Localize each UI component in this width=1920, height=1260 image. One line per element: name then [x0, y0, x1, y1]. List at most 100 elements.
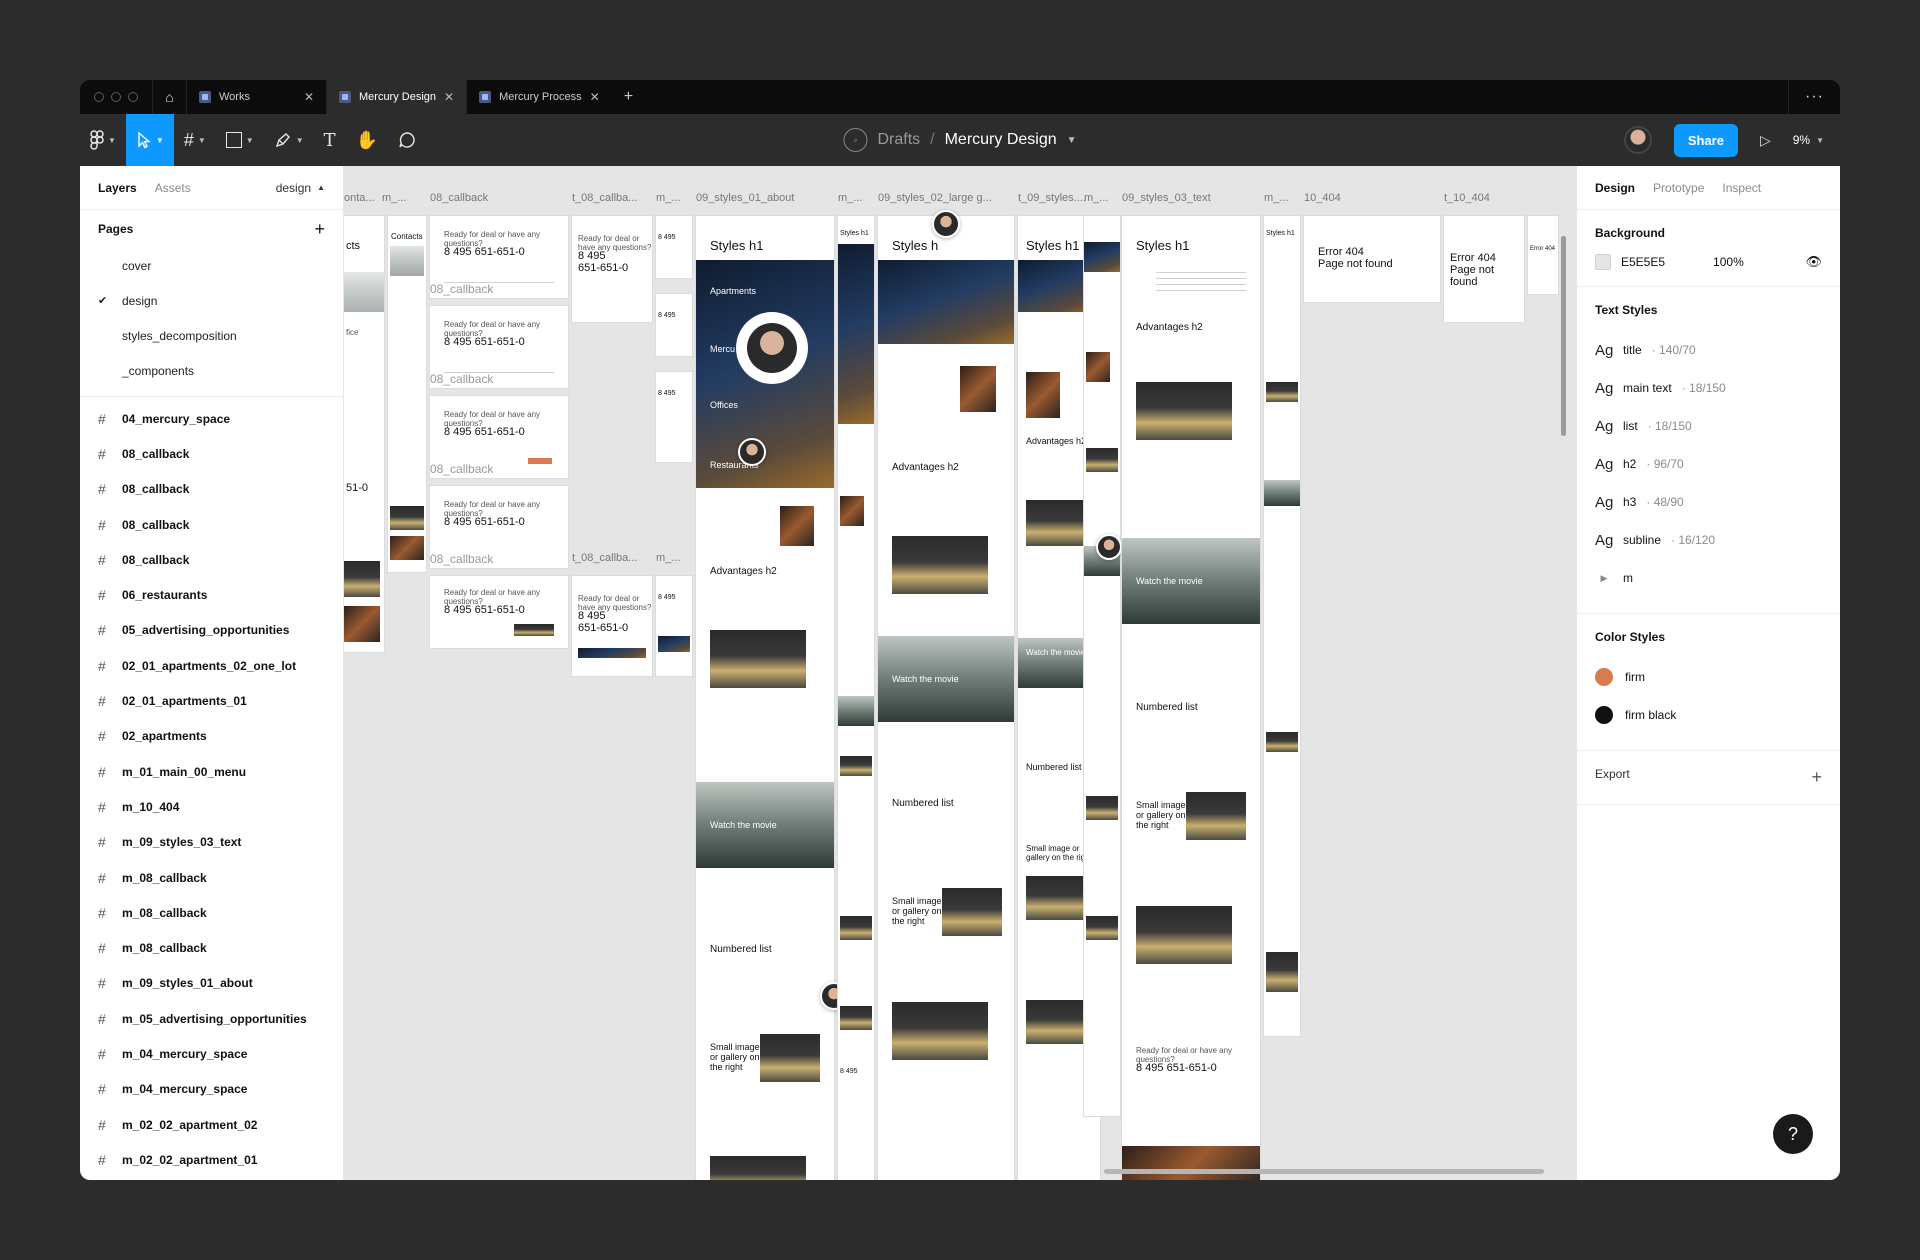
chevron-right-icon[interactable]: ▶	[1595, 573, 1613, 584]
frame-label[interactable]: t_09_styles....	[1018, 192, 1086, 204]
design-canvas[interactable]: onta... m_... 08_callback t_08_callba...…	[344, 166, 1576, 1180]
background-hex[interactable]: E5E5E5	[1621, 255, 1665, 269]
frame-m-callback[interactable]: 8 495	[656, 294, 692, 356]
layer-item[interactable]: #02_01_apartments_02_one_lot	[80, 648, 343, 683]
tab-works[interactable]: Works ✕	[186, 80, 326, 114]
user-avatar[interactable]	[1623, 126, 1652, 154]
page-item[interactable]: ✔ design	[80, 283, 343, 318]
frame-m-404[interactable]: Error 404	[1528, 216, 1558, 294]
page-selector[interactable]: design ▲	[276, 181, 325, 195]
layer-item[interactable]: #08_callback	[80, 436, 343, 471]
text-tool-button[interactable]: T	[314, 114, 346, 166]
frame-label[interactable]: t_08_callba...	[572, 552, 637, 564]
frame-callback[interactable]: Ready for deal or have any questions? 8 …	[430, 576, 568, 648]
layer-item[interactable]: #02_apartments	[80, 719, 343, 754]
close-icon[interactable]: ✕	[590, 90, 600, 104]
tab-layers[interactable]: Layers	[98, 181, 137, 195]
layer-item[interactable]: #05_advertising_opportunities	[80, 613, 343, 648]
layer-item[interactable]: #08_callback	[80, 542, 343, 577]
layer-item[interactable]: # m_05_advertising_opportunities	[80, 1001, 343, 1036]
tab-mercury-process[interactable]: Mercury Process ✕	[466, 80, 612, 114]
frame-label[interactable]: 08_callback	[430, 462, 493, 476]
frame-m-callback[interactable]: 8 495	[656, 216, 692, 278]
frame-m-styles-02[interactable]	[1084, 216, 1120, 1116]
layer-item[interactable]: # m_02_02_apartment_01	[80, 1142, 343, 1177]
background-opacity[interactable]: 100%	[1713, 255, 1744, 269]
file-breadcrumb[interactable]: ◦ Drafts / Mercury Design ▼	[843, 128, 1077, 152]
layer-item[interactable]: #06_restaurants	[80, 577, 343, 612]
frame-404[interactable]: Error 404 Page not found	[1304, 216, 1440, 302]
frame-label[interactable]: onta...	[344, 192, 375, 204]
color-style-item[interactable]: firm	[1595, 658, 1822, 696]
main-menu-button[interactable]: ▼	[80, 114, 126, 166]
frame-label[interactable]: t_10_404	[1444, 192, 1490, 204]
text-style-group[interactable]: ▶ m	[1595, 559, 1822, 597]
tab-design[interactable]: Design	[1595, 181, 1635, 195]
frame-styles-03-text[interactable]: Styles h1 Advantages h2 Watch the movie …	[1122, 216, 1260, 1180]
frame-contacts-clipped[interactable]: cts fice 51-0	[344, 216, 384, 652]
frame-m-contacts[interactable]: Contacts	[388, 216, 426, 572]
frame-tablet-callback[interactable]: Ready for deal or have any questions? 8 …	[572, 576, 652, 676]
layer-item[interactable]: # m_04_mercury_space	[80, 1036, 343, 1071]
layer-item[interactable]: # m_08_callback	[80, 930, 343, 965]
tab-inspect[interactable]: Inspect	[1722, 181, 1761, 195]
text-style-item[interactable]: Ag h3 · 48/90	[1595, 483, 1822, 521]
text-style-item[interactable]: Ag h2 · 96/70	[1595, 445, 1822, 483]
frame-tool-button[interactable]: # ▼	[174, 114, 216, 166]
share-button[interactable]: Share	[1673, 123, 1738, 157]
frame-styles-01-about[interactable]: Styles h1 Apartments Mercu Offices Resta…	[696, 216, 834, 1180]
frame-label[interactable]: m_...	[656, 192, 680, 204]
frame-label[interactable]: m_...	[838, 192, 862, 204]
frame-label[interactable]: 08_callback	[430, 552, 493, 566]
tab-mercury-design[interactable]: Mercury Design ✕	[326, 80, 467, 114]
color-style-item[interactable]: firm black	[1595, 696, 1822, 734]
background-fill-row[interactable]: E5E5E5 100% 👁	[1595, 254, 1822, 270]
frame-m-callback[interactable]: 8 495	[656, 372, 692, 462]
frame-label[interactable]: m_...	[1264, 192, 1288, 204]
layer-item[interactable]: # m_02_02_apartment_02	[80, 1107, 343, 1142]
tab-prototype[interactable]: Prototype	[1653, 181, 1704, 195]
frame-styles-02-large[interactable]: Styles h Advantages h2 Watch the movie N…	[878, 216, 1014, 1180]
layer-item[interactable]: # m_08_callback	[80, 895, 343, 930]
add-page-plus-icon[interactable]: +	[314, 219, 325, 240]
zoom-dropdown[interactable]: 9% ▼	[1793, 133, 1824, 147]
layer-item[interactable]: #02_01_apartments_01	[80, 683, 343, 718]
shape-tool-button[interactable]: ▼	[216, 114, 264, 166]
layer-item[interactable]: # m_01_main_00_menu	[80, 754, 343, 789]
comment-tool-button[interactable]	[388, 114, 426, 166]
layer-item[interactable]: # m_09_styles_01_about	[80, 966, 343, 1001]
layer-item[interactable]: # m_09_styles_03_text	[80, 825, 343, 860]
page-item[interactable]: _components	[80, 353, 343, 388]
frame-label[interactable]: 10_404	[1304, 192, 1341, 204]
hand-tool-button[interactable]: ✋	[346, 114, 388, 166]
frame-tablet-callback[interactable]: Ready for deal or have any questions? 8 …	[572, 216, 652, 322]
text-style-item[interactable]: Ag main text · 18/150	[1595, 369, 1822, 407]
close-icon[interactable]: ✕	[444, 90, 454, 104]
present-play-icon[interactable]: ▷	[1760, 132, 1771, 149]
page-item[interactable]: cover	[80, 248, 343, 283]
new-tab-plus-icon[interactable]: +	[612, 80, 645, 114]
frame-label[interactable]: t_08_callba...	[572, 192, 637, 204]
frame-label[interactable]: m_...	[656, 552, 680, 564]
frame-label[interactable]: 08_callback	[430, 282, 493, 296]
page-item[interactable]: styles_decomposition	[80, 318, 343, 353]
frame-m-styles-01[interactable]: Styles h1 8 495	[838, 216, 874, 1180]
frame-label[interactable]: m_...	[1084, 192, 1108, 204]
frame-tablet-404[interactable]: Error 404 Page not found	[1444, 216, 1524, 322]
pen-tool-button[interactable]: ▼	[264, 114, 314, 166]
frame-m-styles-03[interactable]: Styles h1	[1264, 216, 1300, 1036]
tab-assets[interactable]: Assets	[155, 181, 191, 195]
frame-label[interactable]: 08_callback	[430, 192, 488, 204]
window-controls[interactable]	[80, 80, 152, 114]
layer-item[interactable]: #08_callback	[80, 472, 343, 507]
text-style-item[interactable]: Ag title · 140/70	[1595, 331, 1822, 369]
more-icon[interactable]: ···	[1788, 80, 1840, 114]
layer-item[interactable]: #04_mercury_space	[80, 401, 343, 436]
text-style-item[interactable]: Ag list · 18/150	[1595, 407, 1822, 445]
layer-item[interactable]: # m_08_callback	[80, 860, 343, 895]
add-export-plus-icon[interactable]: +	[1811, 767, 1822, 788]
frame-m-callback[interactable]: 8 495	[656, 576, 692, 676]
color-swatch[interactable]	[1595, 254, 1611, 270]
help-button[interactable]: ?	[1773, 1114, 1813, 1154]
layer-item[interactable]: # m_10_404	[80, 789, 343, 824]
